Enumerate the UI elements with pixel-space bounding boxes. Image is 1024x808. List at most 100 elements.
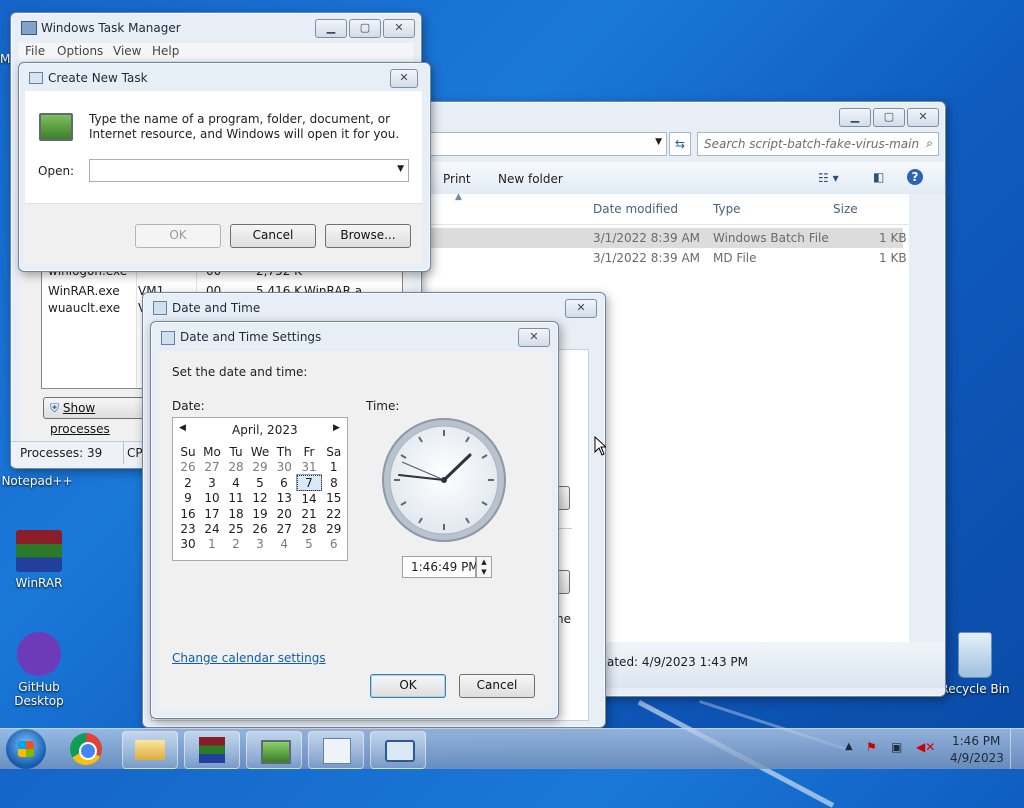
minimize-button[interactable]: ▁: [839, 108, 871, 127]
calendar-day[interactable]: 23: [176, 521, 200, 536]
calendar-day[interactable]: 26: [176, 459, 200, 475]
taskbar-task-manager-button[interactable]: [246, 731, 302, 769]
calendar-day[interactable]: 6: [272, 475, 297, 491]
calendar-day[interactable]: 15: [322, 491, 347, 507]
change-calendar-settings-link[interactable]: Change calendar settings: [172, 651, 326, 665]
search-box[interactable]: Search script-batch-fake-virus-main ⌕: [697, 132, 939, 156]
calendar-day[interactable]: 1: [200, 536, 224, 551]
calendar-day[interactable]: 6: [322, 536, 347, 551]
spin-down-icon[interactable]: ▼: [477, 567, 491, 577]
show-processes-button[interactable]: ⛨ Show processes: [43, 397, 155, 436]
table-row[interactable]: 3/1/2022 8:39 AM Windows Batch File 1 KB: [413, 228, 907, 248]
taskbar-explorer-button[interactable]: [122, 731, 178, 769]
clock-time[interactable]: 1:46 PM: [952, 734, 1000, 748]
refresh-icon[interactable]: ⇆: [669, 132, 691, 156]
chevron-down-icon[interactable]: ▼: [655, 137, 662, 147]
close-button[interactable]: ✕: [383, 19, 415, 38]
taskbar-date-time-button[interactable]: [308, 731, 364, 769]
ok-button[interactable]: OK: [370, 674, 446, 698]
preview-pane-icon[interactable]: ◧: [873, 170, 884, 184]
minimize-button[interactable]: ▁: [315, 19, 347, 38]
browse-button[interactable]: Browse...: [325, 224, 411, 248]
calendar-day[interactable]: 26: [248, 521, 272, 536]
calendar-day[interactable]: 16: [176, 506, 200, 521]
action-center-icon[interactable]: ⚑: [866, 740, 877, 754]
time-spinner[interactable]: ▲ ▼: [476, 556, 492, 578]
taskbar-winrar-button[interactable]: [184, 731, 240, 769]
time-input[interactable]: 1:46:49 PM: [402, 556, 479, 578]
calendar-day[interactable]: 28: [297, 521, 322, 536]
chevron-down-icon[interactable]: ▼: [397, 164, 404, 174]
maximize-button[interactable]: ▢: [349, 19, 381, 38]
calendar-day[interactable]: 22: [322, 506, 347, 521]
calendar-day[interactable]: 13: [272, 491, 297, 507]
calendar-day[interactable]: 4: [224, 475, 248, 491]
new-folder-button[interactable]: New folder: [498, 172, 563, 186]
print-button[interactable]: Print: [443, 172, 471, 186]
calendar-day[interactable]: 2: [176, 475, 200, 491]
open-input[interactable]: ▼: [89, 159, 409, 182]
calendar-day[interactable]: 10: [200, 491, 224, 507]
calendar-day[interactable]: 30: [176, 536, 200, 551]
calendar-day[interactable]: 4: [272, 536, 297, 551]
column-date-modified[interactable]: Date modified: [593, 202, 678, 216]
network-icon[interactable]: ▣: [891, 740, 902, 754]
calendar-day[interactable]: 19: [248, 506, 272, 521]
close-button[interactable]: ✕: [390, 69, 418, 88]
menu-help[interactable]: Help: [152, 44, 179, 58]
column-size[interactable]: Size: [833, 202, 858, 216]
desktop-icon-recycle-bin[interactable]: Recycle Bin: [938, 632, 1012, 696]
calendar-day[interactable]: 27: [200, 459, 224, 475]
calendar-day[interactable]: 9: [176, 491, 200, 507]
clock-date[interactable]: 4/9/2023: [950, 751, 1004, 765]
taskbar-run-button[interactable]: [370, 731, 426, 769]
calendar-day[interactable]: 5: [297, 536, 322, 551]
calendar-day-selected[interactable]: 7: [296, 474, 322, 491]
calendar-day[interactable]: 1: [322, 459, 347, 475]
close-button[interactable]: ✕: [907, 108, 939, 127]
calendar-day[interactable]: 27: [272, 521, 297, 536]
chrome-icon[interactable]: [70, 733, 102, 765]
show-hidden-icons-icon[interactable]: ▲: [845, 741, 853, 752]
menu-options[interactable]: Options: [57, 44, 103, 58]
calendar-day[interactable]: 31: [297, 459, 322, 475]
menu-view[interactable]: View: [113, 44, 141, 58]
calendar-day[interactable]: 18: [224, 506, 248, 521]
calendar-day[interactable]: 3: [200, 475, 224, 491]
start-button[interactable]: [6, 729, 46, 769]
next-month-icon[interactable]: ▶: [333, 423, 340, 433]
spin-up-icon[interactable]: ▲: [477, 557, 491, 567]
address-bar[interactable]: ▼: [413, 132, 667, 156]
column-type[interactable]: Type: [713, 202, 741, 216]
desktop-icon-notepadpp[interactable]: Notepad++: [0, 474, 74, 488]
calendar-day[interactable]: 17: [200, 506, 224, 521]
calendar-day[interactable]: 29: [322, 521, 347, 536]
desktop-icon-winrar[interactable]: WinRAR: [2, 530, 76, 590]
volume-muted-icon[interactable]: ◀✕: [916, 740, 935, 754]
calendar-day[interactable]: 28: [224, 459, 248, 475]
desktop-icon-github[interactable]: GitHub Desktop: [2, 632, 76, 708]
calendar-day[interactable]: 3: [248, 536, 272, 551]
calendar-day[interactable]: 2: [224, 536, 248, 551]
show-desktop-button[interactable]: [1010, 729, 1024, 769]
calendar-day[interactable]: 25: [224, 521, 248, 536]
cancel-button[interactable]: Cancel: [230, 224, 316, 248]
menu-file[interactable]: File: [25, 44, 45, 58]
maximize-button[interactable]: ▢: [873, 108, 905, 127]
calendar-day[interactable]: 5: [248, 475, 272, 491]
table-row[interactable]: 3/1/2022 8:39 AM MD File 1 KB: [413, 248, 907, 268]
views-icon[interactable]: ☷ ▾: [818, 171, 839, 185]
cancel-button[interactable]: Cancel: [459, 674, 535, 698]
close-button[interactable]: ✕: [518, 328, 550, 347]
calendar-day[interactable]: 11: [224, 491, 248, 507]
calendar-day[interactable]: 12: [248, 491, 272, 507]
calendar-day[interactable]: 20: [272, 506, 297, 521]
calendar-day[interactable]: 30: [272, 459, 297, 475]
calendar-day[interactable]: 29: [248, 459, 272, 475]
help-icon[interactable]: ?: [907, 169, 923, 185]
calendar-day[interactable]: 24: [200, 521, 224, 536]
calendar-day[interactable]: 8: [322, 475, 347, 491]
month-label[interactable]: April, 2023: [232, 423, 298, 437]
close-button[interactable]: ✕: [565, 299, 597, 318]
prev-month-icon[interactable]: ◀: [179, 423, 186, 433]
